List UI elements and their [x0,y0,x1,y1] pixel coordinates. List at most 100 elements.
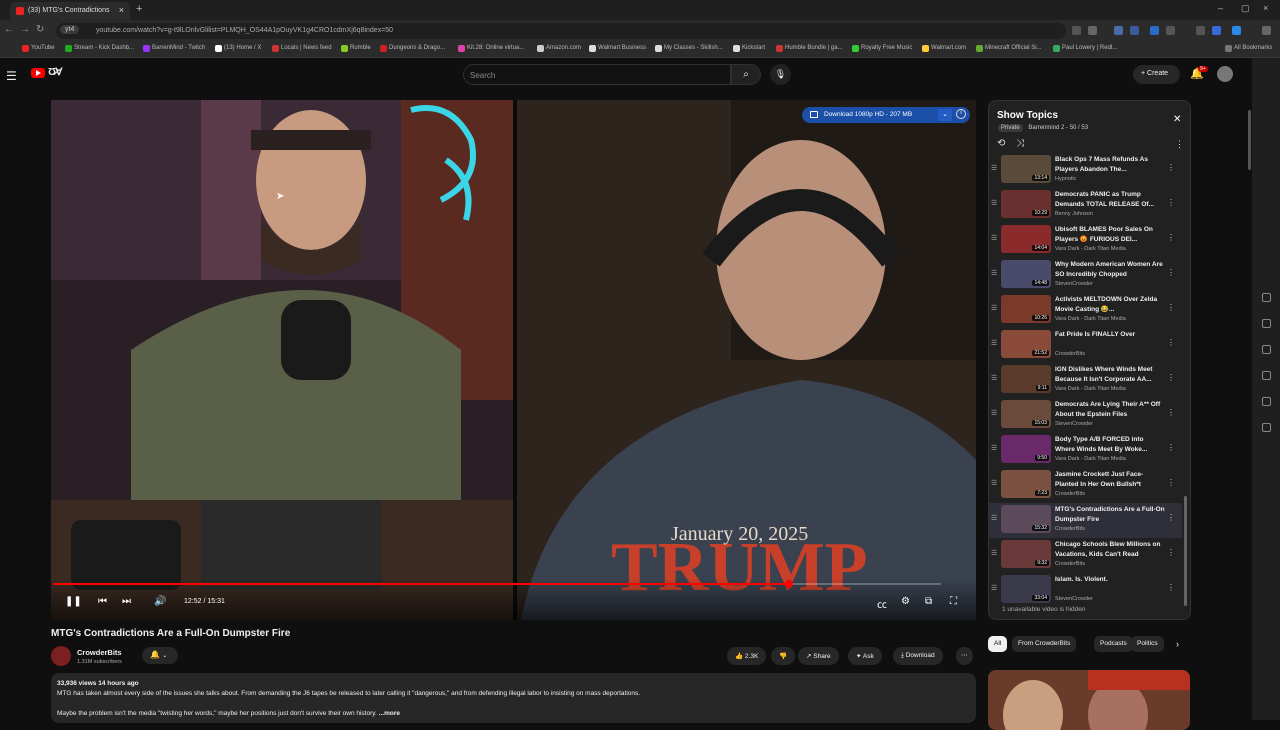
more-link[interactable]: ...more [379,710,400,717]
playlist-item-thumbnail[interactable]: 7:23 [1001,470,1051,498]
playlist-item-title[interactable]: Ubisoft BLAMES Poor Sales On Players 😡 F… [1055,225,1165,244]
like-button[interactable]: 👍 2.3K [727,647,767,665]
star-icon[interactable] [1088,26,1097,35]
playlist-item[interactable]: ☰ 9:50 Body Type A/B FORCED into Where Win… [989,433,1182,468]
playlist-item-thumbnail[interactable]: 14:04 [1001,225,1051,253]
playlist-item-thumbnail[interactable]: 21:52 [1001,330,1051,358]
bookmark-item[interactable]: Amazon.com [537,45,581,52]
playlist-item-title[interactable]: Black Ops 7 Mass Refunds As Players Aban… [1055,155,1165,174]
playlist-item-thumbnail[interactable]: 13:14 [1001,155,1051,183]
drag-handle-icon[interactable]: ☰ [991,479,997,487]
all-bookmarks[interactable]: All Bookmarks [1225,45,1272,52]
playlist-item-title[interactable]: Activists MELTDOWN Over Zelda Movie Cast… [1055,295,1165,314]
bookmark-item[interactable]: Stream - Kick Dashb... [65,45,134,52]
chip-all[interactable]: All [988,636,1008,652]
next-icon[interactable]: ⏭ [122,596,131,607]
drag-handle-icon[interactable]: ☰ [991,234,997,242]
page-scrollbar[interactable] [1248,110,1251,170]
playlist-item-thumbnail[interactable]: 9:32 [1001,540,1051,568]
chip-from-channel[interactable]: From CrowderBits [1012,636,1077,652]
drag-handle-icon[interactable]: ☰ [991,374,997,382]
playlist-item-title[interactable]: IGN Dislikes Where Winds Meet Because It… [1055,365,1165,384]
channel-name[interactable]: CrowderBits [77,648,122,657]
bookmark-item[interactable]: Locals | News feed [272,45,332,52]
maximize-icon[interactable]: ▢ [1241,3,1250,14]
playlist-item[interactable]: ☰ 9:11 IGN Dislikes Where Winds Meet Becau… [989,363,1182,398]
more-options-icon[interactable]: ⋮ [1167,548,1175,557]
shuffle-icon[interactable]: ⤨ [1016,138,1024,149]
playlist-item-thumbnail[interactable]: 10:26 [1001,295,1051,323]
playlist-item[interactable]: ☰ 21:52 Fat Pride Is FINALLY Over CrowderBi… [989,328,1182,363]
sidebar-tool-icon[interactable] [1262,397,1271,406]
chip-politics[interactable]: Politics [1131,636,1164,652]
bookmark-item[interactable]: YouTube [22,45,55,52]
voice-search-button[interactable]: 🎙 [770,64,791,85]
bookmark-item[interactable]: Paul Lowery | Redl... [1053,45,1117,52]
drag-handle-icon[interactable]: ☰ [991,164,997,172]
video-player[interactable]: TRUMP January 20, 2025 [51,100,976,620]
playlist-item[interactable]: ☰ 15:03 Democrats Are Lying Their A** Off … [989,398,1182,433]
playlist-item[interactable]: ☰ 10:29 Democrats PANIC as Trump Demands T… [989,188,1182,223]
playlist-item-thumbnail[interactable]: 9:11 [1001,365,1051,393]
extension-icon[interactable] [1166,26,1175,35]
playlist-item-thumbnail[interactable]: 10:29 [1001,190,1051,218]
playlist-item-title[interactable]: Why Modern American Women Are SO Incredi… [1055,260,1165,279]
close-icon[interactable]: ✕ [1173,114,1181,125]
playlist-item[interactable]: ☰ 9:32 Chicago Schools Blew Millions on Va… [989,538,1182,573]
download-button[interactable]: ⤓ Download [893,647,943,665]
ask-button[interactable]: ✦ Ask [848,647,882,665]
sidebar-icon[interactable] [1212,26,1221,35]
share-button[interactable]: ↗ Share [798,647,839,665]
new-tab-icon[interactable]: + [136,3,142,15]
more-options-icon[interactable]: ⋮ [1167,478,1175,487]
drag-handle-icon[interactable]: ☰ [991,199,997,207]
back-icon[interactable]: ← [4,24,14,35]
reload-icon[interactable]: ↻ [36,24,44,35]
bookmark-item[interactable]: Walmart Business [589,45,646,52]
more-options-icon[interactable]: ⋮ [1167,583,1175,592]
search-input[interactable]: Search [463,64,731,85]
bookmark-item[interactable]: Kickstart [733,45,765,52]
bookmark-item[interactable]: Dungeons & Drago... [380,45,445,52]
progress-scrubber[interactable] [785,580,794,588]
drag-handle-icon[interactable]: ☰ [991,269,997,277]
info-icon[interactable]: i [956,109,966,119]
playlist-item-title[interactable]: MTG's Contradictions Are a Full-On Dumps… [1055,505,1165,524]
chevron-down-icon[interactable]: ⌄ [938,109,952,121]
playlist-title[interactable]: Show Topics [997,110,1058,121]
create-button[interactable]: + Create [1133,65,1180,84]
progress-bar[interactable] [53,580,941,588]
playlist-item[interactable]: ☰ 13:14 Black Ops 7 Mass Refunds As Player… [989,153,1182,188]
youtube-logo-wordmark[interactable]: Ʊ̷Ɐ [48,67,62,78]
more-options-icon[interactable]: ⋮ [1167,163,1175,172]
captions-icon[interactable]: ㏄ [877,596,887,611]
playlist-item-title[interactable]: Islam. Is. Violent. [1055,575,1165,585]
extension-icon[interactable] [1150,26,1159,35]
more-options-icon[interactable]: ⋮ [1167,268,1175,277]
playlist-item-thumbnail[interactable]: 15:03 [1001,400,1051,428]
playlist-item-thumbnail[interactable]: 14:48 [1001,260,1051,288]
playlist-item[interactable]: ☰ 7:23 Jasmine Crockett Just Face-Planted … [989,468,1182,503]
drag-handle-icon[interactable]: ☰ [991,584,997,592]
playlist-item-title[interactable]: Jasmine Crockett Just Face-Planted In He… [1055,470,1165,489]
chevron-right-icon[interactable]: › [1176,639,1179,649]
youtube-logo-icon[interactable] [31,68,45,78]
playlist-item-thumbnail[interactable]: 9:50 [1001,435,1051,463]
bookmark-item[interactable]: Kit.28: Online virtua... [458,45,524,52]
menu-icon[interactable] [1262,26,1271,35]
playlist-item-title[interactable]: Fat Pride Is FINALLY Over [1055,330,1165,340]
bookmark-item[interactable]: Minecraft Official Si... [976,45,1042,52]
more-actions-button[interactable]: ⋯ [956,647,973,665]
previous-icon[interactable]: ⏮ [98,596,107,607]
playlist-item[interactable]: ☰ 33:04 Islam. Is. Violent. StevenCrowder ⋮ [989,573,1182,608]
sidebar-tool-icon[interactable] [1262,371,1271,380]
dislike-button[interactable]: 👎 [771,647,796,665]
profile-icon[interactable] [1196,26,1205,35]
more-options-icon[interactable]: ⋮ [1167,443,1175,452]
bookmark-item[interactable]: Rumble [341,45,371,52]
settings-gear-icon[interactable]: ⚙ [901,596,910,607]
playlist-owner-count[interactable]: Barrenmind 2 - 50 / 53 [1028,125,1088,131]
playlist-item-title[interactable]: Chicago Schools Blew Millions on Vacatio… [1055,540,1165,559]
account-avatar[interactable] [1217,66,1233,82]
forward-icon[interactable]: → [20,24,30,35]
